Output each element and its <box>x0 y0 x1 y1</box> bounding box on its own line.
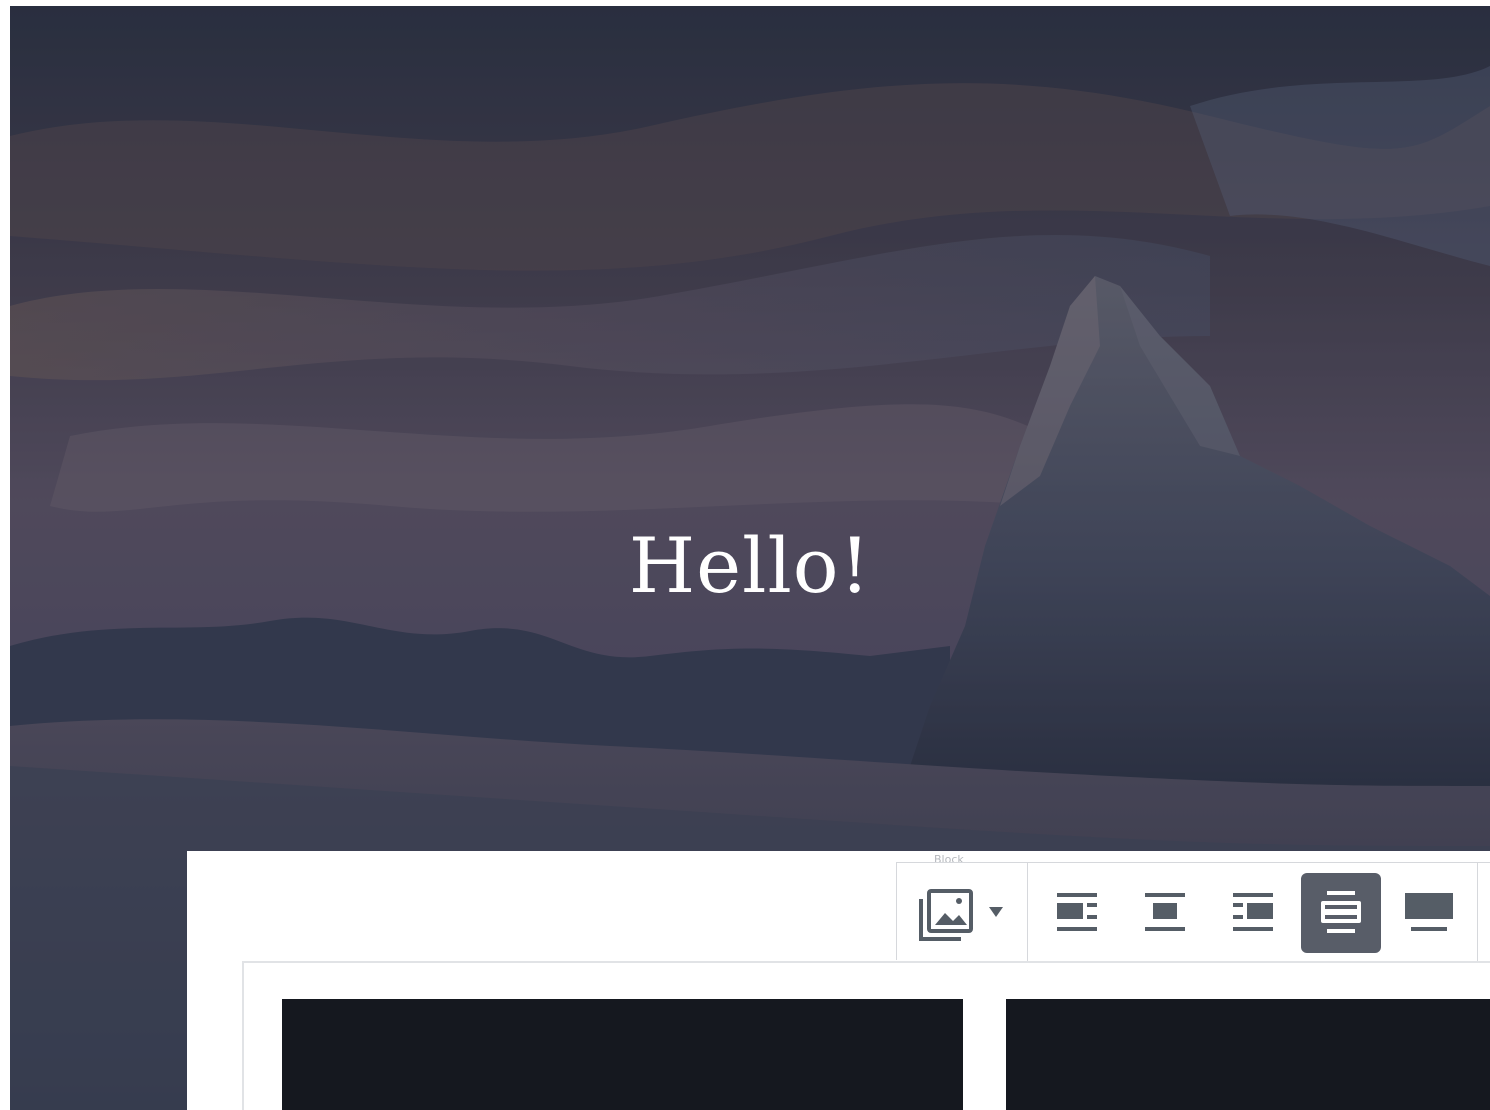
align-wide-icon <box>1321 891 1361 933</box>
align-right-icon <box>1233 893 1273 931</box>
align-wide-button[interactable] <box>1301 873 1381 953</box>
cover-title[interactable]: Hello! <box>10 516 1490 616</box>
toolbar-separator <box>1477 863 1478 961</box>
block-toolbar <box>896 862 1490 961</box>
editor-canvas: Hello! Block <box>0 0 1490 1110</box>
align-right-button[interactable] <box>1213 873 1293 953</box>
caret-down-icon <box>989 907 1003 917</box>
toolbar-caption: Block <box>934 854 964 862</box>
gallery-button[interactable] <box>911 873 1011 953</box>
align-center-icon <box>1145 893 1185 931</box>
align-full-icon <box>1405 893 1453 931</box>
align-center-button[interactable] <box>1125 873 1205 953</box>
gallery-item-1[interactable] <box>282 999 963 1110</box>
gallery-item-2[interactable] <box>1006 999 1490 1110</box>
toolbar-separator <box>1027 863 1028 961</box>
align-left-icon <box>1057 893 1097 931</box>
align-left-button[interactable] <box>1037 873 1117 953</box>
align-full-button[interactable] <box>1389 873 1469 953</box>
